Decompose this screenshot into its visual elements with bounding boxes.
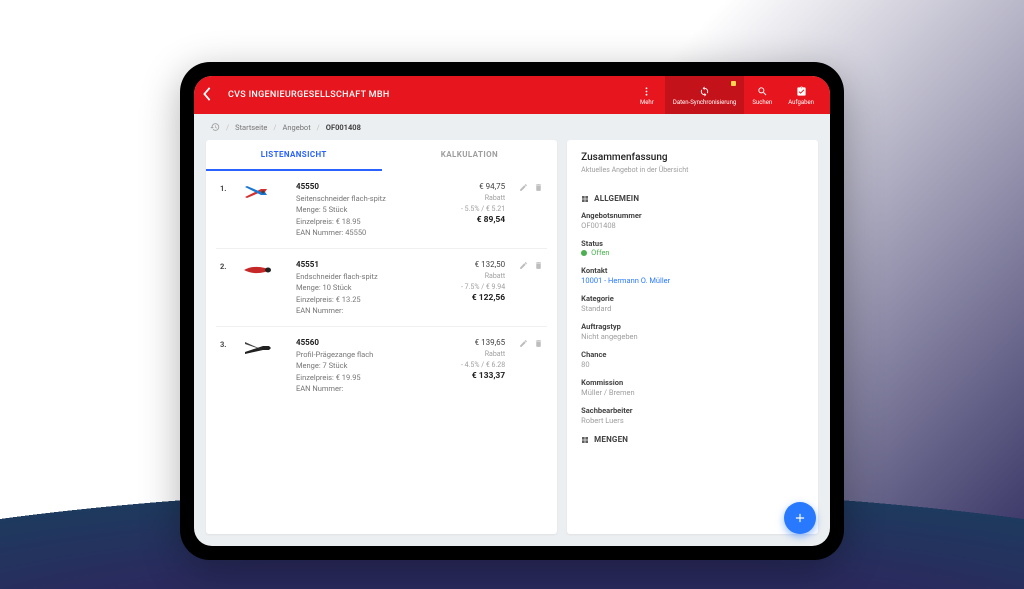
delete-icon[interactable] [534, 183, 543, 192]
line-index: 3. [220, 337, 232, 394]
breadcrumb-offer[interactable]: Angebot [283, 123, 311, 132]
field-contact: Kontakt 10001 - Hermann O. Müller [581, 266, 804, 285]
line-item: 2. 45551 Endschneider flach-spitz Menge:… [216, 249, 547, 327]
sync-notification-dot [731, 81, 736, 86]
field-commission: Kommission Müller / Bremen [581, 378, 804, 397]
summary-subtitle: Aktuelles Angebot in der Übersicht [581, 166, 804, 174]
section-general: ALLGEMEIN [581, 194, 804, 203]
edit-icon[interactable] [519, 183, 528, 192]
more-vertical-icon [641, 86, 652, 97]
line-price: € 132,50 Rabatt - 7.5% / € 9.94 € 122,56 [423, 259, 505, 316]
tabs: LISTENANSICHT KALKULATION [206, 140, 557, 171]
history-icon[interactable] [210, 122, 220, 132]
plus-icon [793, 511, 807, 525]
line-price: € 94,75 Rabatt - 5.5% / € 5.21 € 89,54 [423, 181, 505, 238]
product-image [240, 259, 288, 281]
header-action-tasks[interactable]: Aufgaben [780, 76, 822, 114]
line-info: 45560 Profil-Prägezange flach Menge: 7 S… [296, 337, 415, 394]
fab-add-button[interactable] [784, 502, 816, 534]
summary-title: Zusammenfassung [581, 152, 804, 163]
breadcrumb-home[interactable]: Startseite [235, 123, 267, 132]
search-icon [757, 86, 768, 97]
header-action-more[interactable]: Mehr [629, 76, 665, 114]
back-button[interactable] [202, 87, 220, 103]
line-index: 2. [220, 259, 232, 316]
tasks-icon [796, 86, 807, 97]
app-title: CVS INGENIEURGESELLSCHAFT MBH [228, 90, 629, 100]
section-quantities: MENGEN [581, 435, 804, 444]
line-info: 45551 Endschneider flach-spitz Menge: 10… [296, 259, 415, 316]
line-item: 3. 45560 Profil-Prägezange flach Menge: … [216, 327, 547, 404]
field-clerk: Sachbearbeiter Robert Luers [581, 406, 804, 425]
breadcrumb-current: OF001408 [326, 123, 361, 132]
delete-icon[interactable] [534, 261, 543, 270]
line-index: 1. [220, 181, 232, 238]
tab-calculation[interactable]: KALKULATION [382, 140, 558, 171]
line-price: € 139,65 Rabatt - 4.5% / € 6.28 € 133,37 [423, 337, 505, 394]
header-action-sync[interactable]: Daten-Synchronisierung [665, 76, 744, 114]
field-ordertype: Auftragstyp Nicht angegeben [581, 322, 804, 341]
field-offer-no: Angebotsnummer OF001408 [581, 211, 804, 230]
contact-link[interactable]: 10001 - Hermann O. Müller [581, 276, 804, 285]
status-dot-icon [581, 250, 587, 256]
header-action-search[interactable]: Suchen [744, 76, 780, 114]
sync-icon [699, 86, 710, 97]
list-panel: LISTENANSICHT KALKULATION 1. 45550 Seite… [206, 140, 557, 534]
tab-list-view[interactable]: LISTENANSICHT [206, 140, 382, 171]
field-status: Status Offen [581, 239, 804, 257]
app-header: CVS INGENIEURGESELLSCHAFT MBH Mehr Daten… [194, 76, 830, 114]
line-info: 45550 Seitenschneider flach-spitz Menge:… [296, 181, 415, 238]
delete-icon[interactable] [534, 339, 543, 348]
breadcrumb: / Startseite / Angebot / OF001408 [194, 114, 830, 140]
edit-icon[interactable] [519, 339, 528, 348]
edit-icon[interactable] [519, 261, 528, 270]
product-image [240, 181, 288, 203]
line-item: 1. 45550 Seitenschneider flach-spitz Men… [216, 171, 547, 249]
summary-panel: Zusammenfassung Aktuelles Angebot in der… [567, 140, 818, 534]
field-category: Kategorie Standard [581, 294, 804, 313]
field-chance: Chance 80 [581, 350, 804, 369]
section-icon [581, 436, 589, 444]
section-icon [581, 195, 589, 203]
product-image [240, 337, 288, 359]
